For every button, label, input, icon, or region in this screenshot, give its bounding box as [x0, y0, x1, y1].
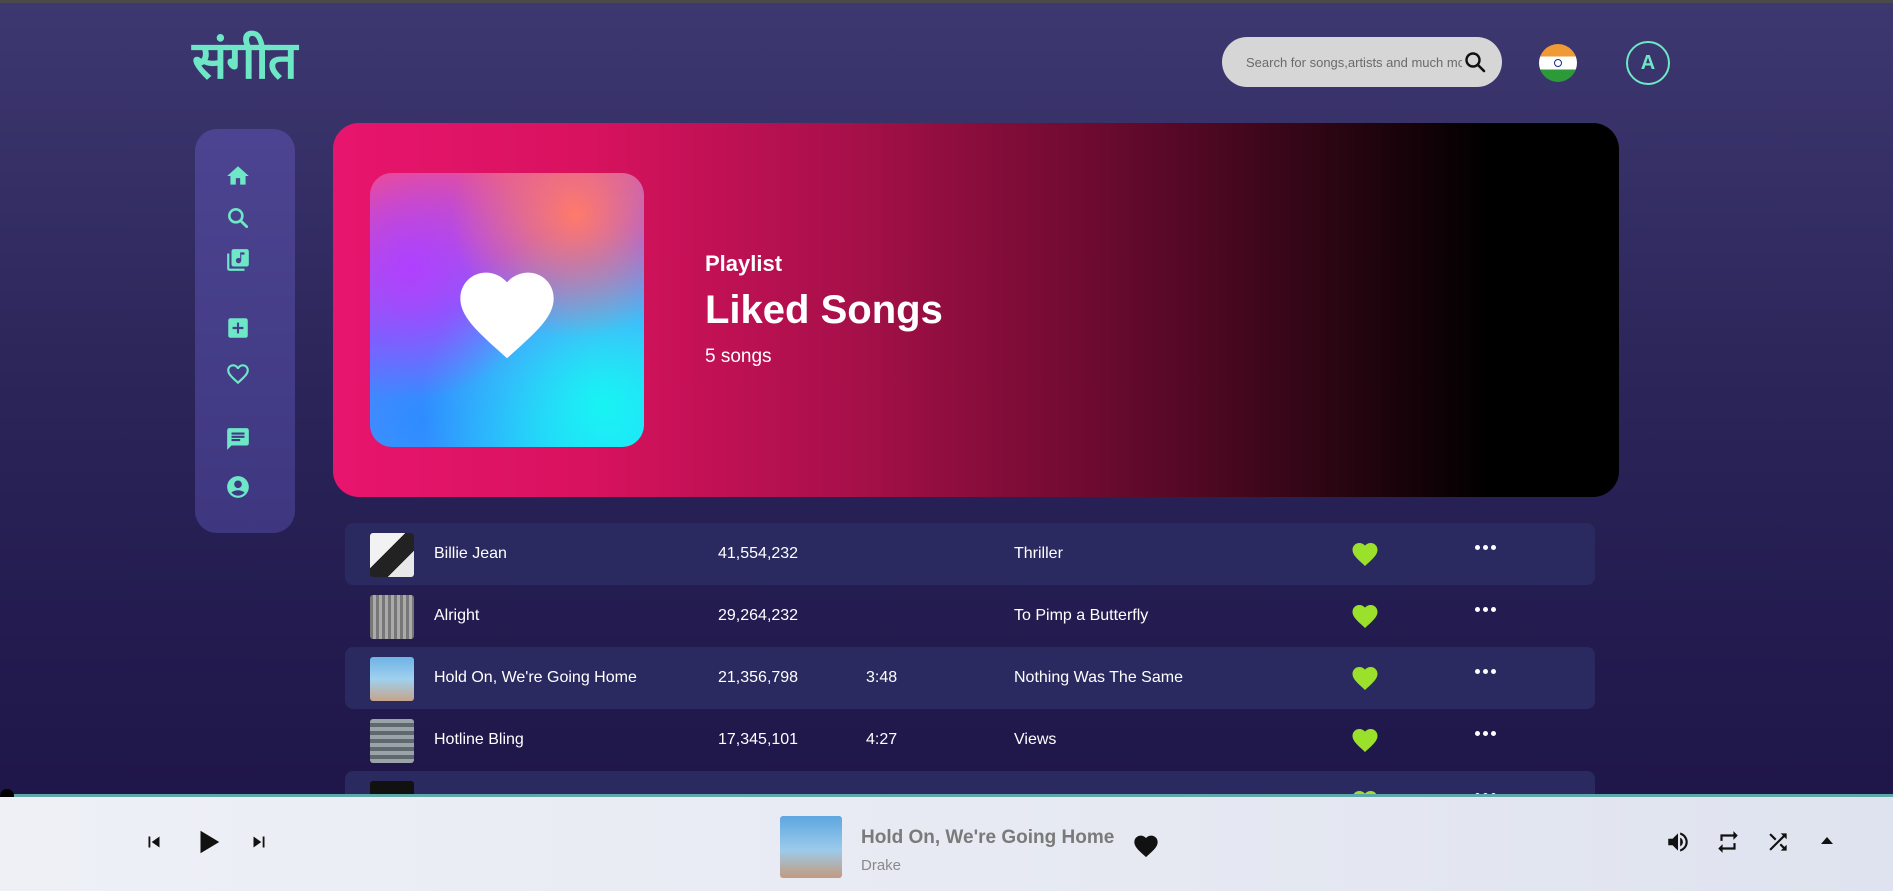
more-options-icon[interactable] — [1475, 726, 1501, 740]
song-count: 5 songs — [705, 346, 772, 367]
library-music-icon — [227, 249, 249, 271]
window-top-border — [0, 0, 1893, 3]
song-title[interactable]: Alright — [434, 607, 479, 625]
search-input[interactable] — [1246, 54, 1462, 70]
shuffle-icon — [1769, 833, 1787, 851]
table-row[interactable]: Billie Jean 41,554,232 Thriller — [345, 523, 1595, 585]
sidebar-item-create-playlist[interactable] — [224, 314, 252, 342]
playlist-cover — [370, 173, 644, 447]
album-art — [370, 781, 414, 795]
song-title[interactable]: Hold On, We're Going Home — [434, 669, 637, 687]
table-row[interactable] — [345, 771, 1595, 795]
more-options-icon[interactable] — [1475, 664, 1501, 678]
heart-icon — [460, 272, 554, 359]
now-playing-album-art[interactable] — [780, 816, 842, 878]
album-art — [370, 595, 414, 639]
repeat-button[interactable] — [1714, 828, 1742, 856]
sidebar-item-search[interactable] — [224, 204, 252, 232]
now-playing-title[interactable]: Hold On, We're Going Home — [861, 827, 1114, 849]
home-icon — [227, 166, 249, 185]
expand-player-button[interactable] — [1816, 830, 1838, 852]
liked-heart-icon[interactable] — [1350, 601, 1380, 629]
india-flag-icon[interactable] — [1539, 44, 1577, 82]
heart-icon — [1134, 835, 1158, 858]
album-name[interactable]: Thriller — [1014, 545, 1063, 563]
heart-outline-icon — [227, 364, 249, 385]
search-icon — [228, 208, 249, 229]
play-icon — [200, 830, 220, 854]
shuffle-button[interactable] — [1764, 828, 1792, 856]
table-row[interactable]: Hold On, We're Going Home 21,356,798 3:4… — [345, 647, 1595, 709]
playlist-header: Playlist Liked Songs 5 songs — [333, 123, 1619, 497]
liked-heart-icon[interactable] — [1350, 663, 1380, 691]
chat-icon — [227, 428, 249, 450]
sidebar-item-liked-songs[interactable] — [224, 360, 252, 388]
duration: 4:27 — [866, 731, 898, 748]
album-name[interactable]: Views — [1014, 731, 1056, 749]
sidebar-item-home[interactable] — [224, 162, 252, 190]
song-title[interactable]: Billie Jean — [434, 545, 507, 563]
like-button[interactable] — [1131, 831, 1161, 859]
skip-previous-icon — [148, 836, 160, 848]
user-avatar[interactable]: A — [1626, 41, 1670, 85]
sidebar-item-profile[interactable] — [224, 473, 252, 501]
ashoka-chakra-icon — [1554, 59, 1562, 67]
volume-up-icon — [1668, 832, 1688, 852]
play-count: 21,356,798 — [718, 669, 799, 686]
album-art — [370, 657, 414, 701]
now-playing-artist[interactable]: Drake — [861, 857, 901, 874]
album-name[interactable]: To Pimp a Butterfly — [1014, 607, 1148, 625]
album-art — [370, 719, 414, 763]
sidebar-item-messages[interactable] — [224, 425, 252, 453]
search-bar[interactable] — [1222, 37, 1502, 87]
album-art — [370, 533, 414, 577]
play-count: 41,554,232 — [718, 545, 799, 562]
skip-next-icon — [253, 836, 265, 848]
arrow-up-icon — [1821, 837, 1833, 844]
next-track-button[interactable] — [247, 830, 271, 854]
more-options-icon[interactable] — [1475, 540, 1501, 554]
now-playing-bar: Hold On, We're Going Home Drake — [0, 797, 1893, 891]
play-count: 17,345,101 — [718, 731, 799, 748]
page-title: Liked Songs — [705, 288, 943, 332]
search-icon[interactable] — [1462, 49, 1488, 75]
volume-button[interactable] — [1664, 828, 1692, 856]
table-row[interactable]: Hotline Bling 17,345,101 4:27 Views — [345, 709, 1595, 771]
repeat-icon — [1718, 831, 1738, 853]
sidebar-item-library[interactable] — [224, 246, 252, 274]
sidebar — [195, 129, 295, 533]
table-row[interactable]: Alright 29,264,232 To Pimp a Butterfly — [345, 585, 1595, 647]
play-count: 29,264,232 — [718, 607, 799, 624]
song-title[interactable]: Hotline Bling — [434, 731, 524, 749]
liked-heart-icon[interactable] — [1350, 539, 1380, 567]
album-name[interactable]: Nothing Was The Same — [1014, 669, 1183, 687]
add-box-icon — [228, 318, 248, 338]
song-list: Billie Jean 41,554,232 Thriller Alright … — [345, 523, 1595, 795]
previous-track-button[interactable] — [142, 830, 166, 854]
account-circle-icon — [227, 476, 249, 498]
more-options-icon[interactable] — [1475, 602, 1501, 616]
duration: 3:48 — [866, 669, 898, 686]
playlist-kind-label: Playlist — [705, 251, 783, 276]
liked-heart-icon[interactable] — [1350, 725, 1380, 753]
play-button[interactable] — [192, 823, 224, 861]
app-logo[interactable]: संगीत — [192, 26, 298, 96]
